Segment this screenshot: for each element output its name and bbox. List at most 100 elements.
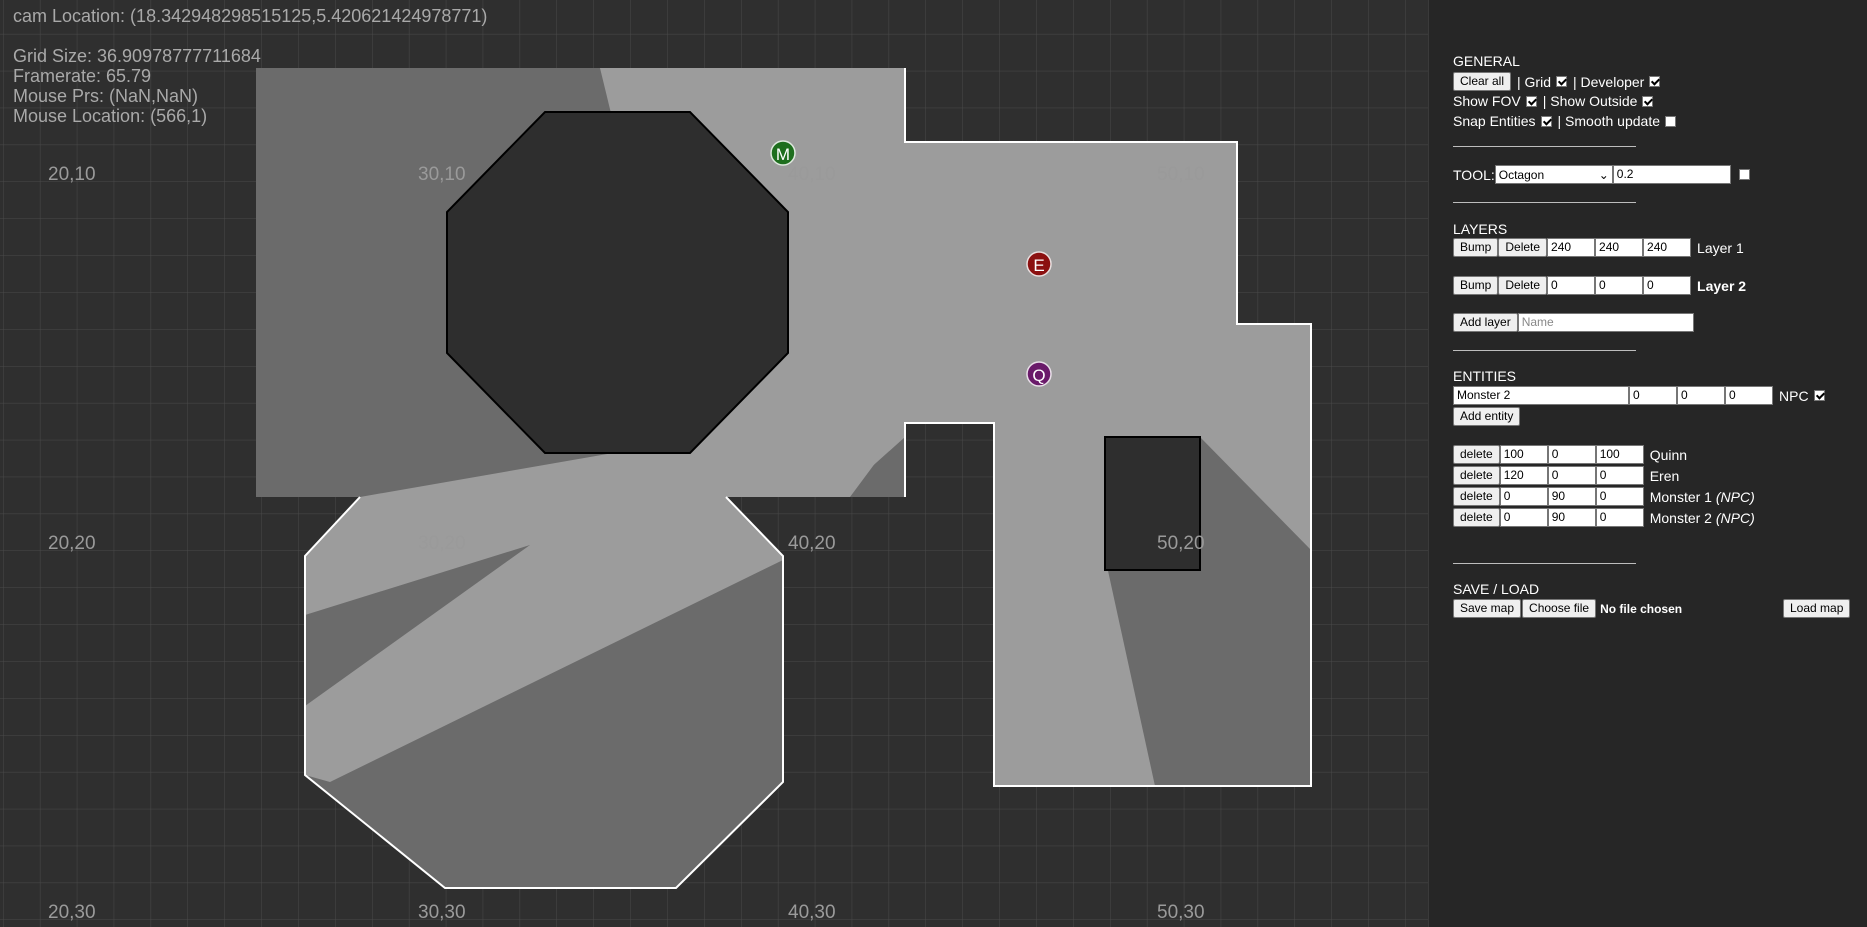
entity-name: Eren	[1649, 467, 1680, 484]
add-layer-button[interactable]: Add layer	[1453, 313, 1518, 332]
entity-npc-tag: (NPC)	[1715, 509, 1755, 526]
entity-name: Quinn	[1649, 446, 1688, 463]
control-panel: GENERAL Clear all | Grid | Developer Sho…	[1428, 0, 1867, 927]
tool-label: TOOL:	[1453, 166, 1495, 183]
entity-r-input[interactable]: 0	[1499, 508, 1548, 527]
divider	[1453, 563, 1636, 564]
grid-label: 20,10	[48, 164, 96, 185]
layer-g-input[interactable]: 0	[1595, 276, 1644, 295]
map-canvas[interactable]: M E Q cam Location: (18.342948298515125,…	[0, 0, 1428, 927]
load-map-button[interactable]: Load map	[1783, 599, 1851, 618]
tool-checkbox[interactable]	[1738, 169, 1750, 180]
grid-label: 40,10	[788, 164, 836, 185]
entity-name-input[interactable]: Monster 2	[1453, 386, 1629, 405]
file-status: No file chosen	[1600, 601, 1683, 616]
map-drawing[interactable]: M E Q	[0, 0, 1428, 927]
entity-r-input[interactable]: 0	[1629, 386, 1677, 405]
entity-r-input[interactable]: 120	[1499, 466, 1548, 485]
entity-row: delete 0 90 0 Monster 1 (NPC)	[1453, 487, 1755, 506]
show-outside-label: Show Outside	[1550, 93, 1638, 109]
separator: |	[1517, 73, 1521, 90]
save-load-title: SAVE / LOAD	[1453, 581, 1540, 597]
divider	[1453, 350, 1636, 351]
layer-name: Layer 1	[1697, 239, 1744, 256]
grid-checkbox[interactable]	[1556, 76, 1567, 87]
grid-label: 50,30	[1157, 902, 1205, 923]
entity-name: Monster 2	[1649, 509, 1712, 526]
show-fov-label: Show FOV	[1453, 93, 1521, 109]
snap-entities-label: Snap Entities	[1453, 113, 1536, 129]
entity-marker-q[interactable]: Q	[1026, 361, 1052, 387]
entity-letter: E	[1033, 256, 1044, 275]
entity-delete-button[interactable]: delete	[1453, 487, 1500, 506]
layers-title: LAYERS	[1453, 221, 1508, 237]
general-title: GENERAL	[1453, 53, 1520, 69]
mouse-prs-readout: Mouse Prs: (NaN,NaN)	[13, 86, 199, 106]
layer-name-active: Layer 2	[1697, 277, 1747, 294]
layer-bump-button[interactable]: Bump	[1453, 276, 1499, 295]
entity-g-input[interactable]: 90	[1547, 508, 1596, 527]
grid-label: 20,20	[48, 533, 96, 554]
developer-checkbox[interactable]	[1649, 76, 1661, 87]
snap-entities-checkbox[interactable]	[1540, 115, 1552, 127]
entity-delete-button[interactable]: delete	[1453, 508, 1500, 527]
entity-marker-e[interactable]: E	[1026, 251, 1052, 277]
clear-all-button[interactable]: Clear all	[1453, 72, 1512, 91]
layer-r-input[interactable]: 240	[1547, 238, 1596, 257]
entity-row: delete 120 0 0 Eren	[1453, 466, 1679, 485]
npc-label: NPC	[1779, 387, 1809, 404]
entity-letter: Q	[1032, 366, 1045, 385]
entity-g-input[interactable]: 0	[1677, 386, 1725, 405]
separator: |	[1557, 113, 1562, 129]
divider	[1453, 146, 1636, 147]
entity-b-input[interactable]: 0	[1595, 487, 1644, 506]
entity-g-input[interactable]: 90	[1547, 487, 1596, 506]
entity-b-input[interactable]: 0	[1595, 466, 1644, 485]
layer-name-input[interactable]: Name	[1517, 313, 1694, 332]
grid-size-readout: Grid Size: 36.90978777711684	[13, 46, 261, 66]
npc-checkbox[interactable]	[1813, 390, 1825, 401]
layer-bump-button[interactable]: Bump	[1453, 238, 1499, 257]
framerate-readout: Framerate: 65.79	[13, 66, 152, 86]
add-entity-button[interactable]: Add entity	[1453, 407, 1521, 426]
show-outside-checkbox[interactable]	[1642, 95, 1654, 107]
entity-b-input[interactable]: 100	[1595, 445, 1644, 464]
show-fov-checkbox[interactable]	[1525, 95, 1537, 107]
entity-r-input[interactable]: 100	[1499, 445, 1548, 464]
choose-file-button[interactable]: Choose file	[1522, 599, 1597, 618]
entity-letter: M	[776, 145, 790, 164]
grid-label: 40,30	[788, 902, 836, 923]
save-map-button[interactable]: Save map	[1453, 599, 1522, 618]
entity-g-input[interactable]: 0	[1547, 445, 1596, 464]
smooth-update-label: Smooth update	[1565, 113, 1660, 129]
entity-delete-button[interactable]: delete	[1453, 445, 1500, 464]
grid-label: 30,20	[418, 533, 466, 554]
layer-b-input[interactable]: 0	[1643, 276, 1692, 295]
entity-b-input[interactable]: 0	[1725, 386, 1773, 405]
entity-marker-m[interactable]: M	[770, 140, 796, 166]
layer-g-input[interactable]: 240	[1595, 238, 1644, 257]
grid-label: 30,30	[418, 902, 466, 923]
grid-label: Grid	[1524, 73, 1551, 90]
entity-name: Monster 1	[1649, 488, 1712, 505]
entity-row: delete 0 90 0 Monster 2 (NPC)	[1453, 508, 1755, 527]
layer-delete-button[interactable]: Delete	[1498, 276, 1548, 295]
obstacle-octagon[interactable]	[446, 111, 789, 454]
layer-r-input[interactable]: 0	[1547, 276, 1596, 295]
entity-r-input[interactable]: 0	[1499, 487, 1548, 506]
entity-b-input[interactable]: 0	[1595, 508, 1644, 527]
separator: |	[1573, 73, 1577, 90]
grid-label: 50,10	[1157, 164, 1205, 185]
tool-size-input[interactable]: 0.2	[1612, 165, 1731, 184]
entity-delete-button[interactable]: delete	[1453, 466, 1500, 485]
entity-g-input[interactable]: 0	[1547, 466, 1596, 485]
tool-select[interactable]: Octagon ⌄	[1494, 165, 1613, 184]
mouse-location-readout: Mouse Location: (566,1)	[13, 106, 208, 126]
smooth-update-checkbox[interactable]	[1665, 115, 1676, 127]
grid-label: 20,30	[48, 902, 96, 923]
separator: |	[1542, 93, 1547, 109]
layer-delete-button[interactable]: Delete	[1498, 238, 1548, 257]
entity-npc-tag: (NPC)	[1715, 488, 1755, 505]
layer-b-input[interactable]: 240	[1643, 238, 1692, 257]
layer-row: Bump Delete 0 0 0 Layer 2	[1453, 276, 1746, 295]
